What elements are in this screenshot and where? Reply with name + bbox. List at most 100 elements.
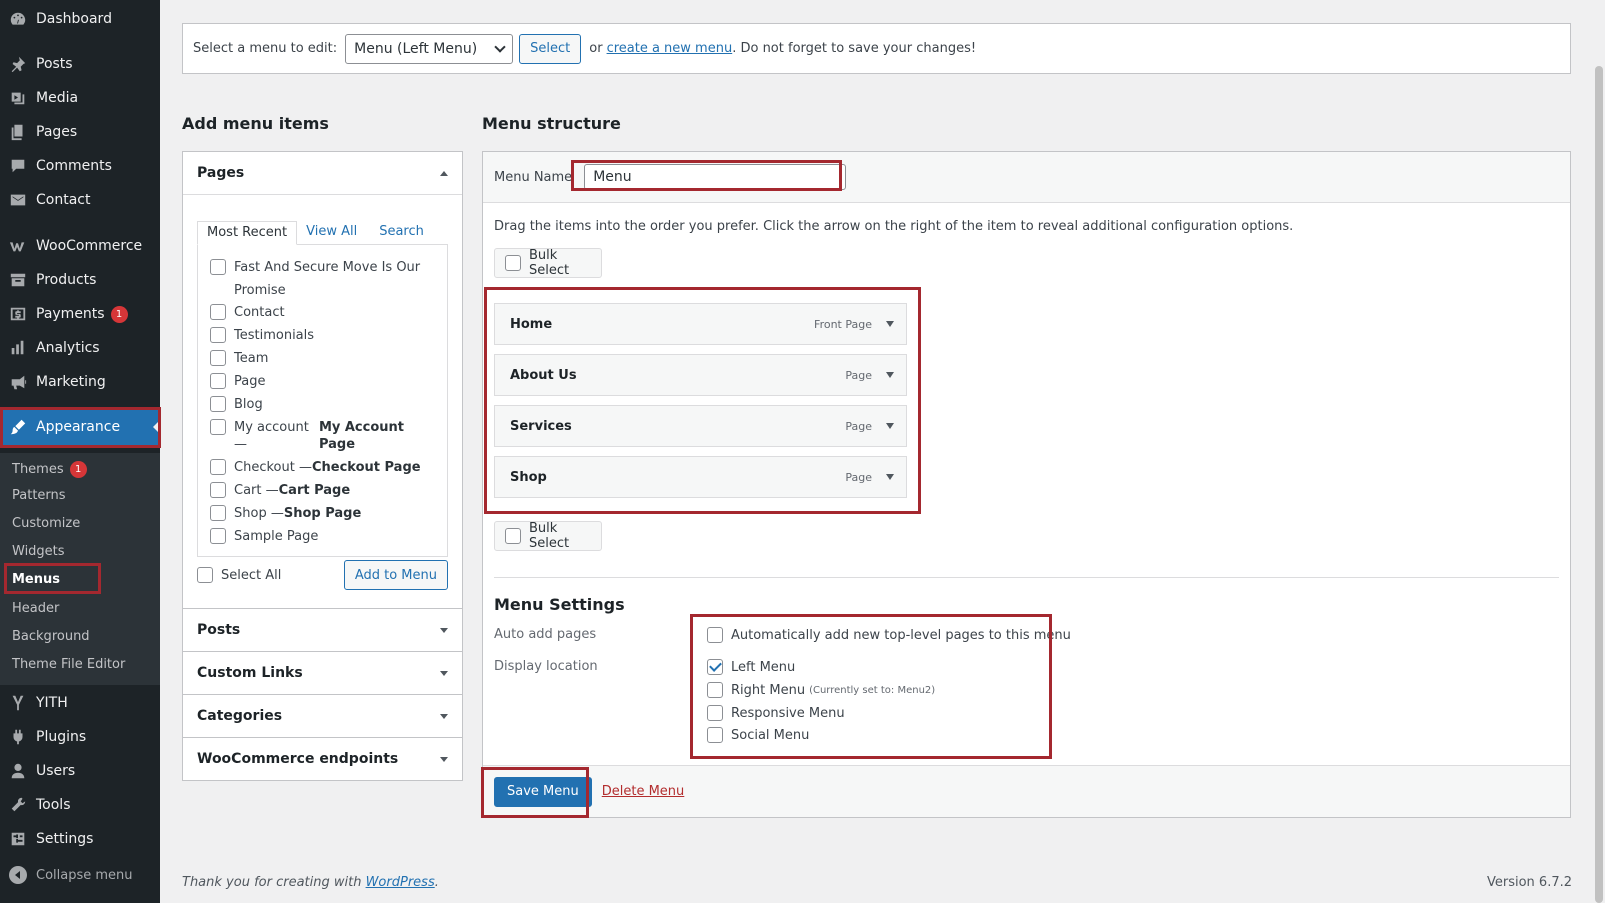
select-all-checkbox[interactable] [197,567,213,583]
page-label: Cart — [234,483,279,498]
menu-item-type: Front Page [814,317,872,331]
menu-item-shop[interactable]: Shop Page [494,456,907,498]
nav-analytics[interactable]: Analytics [0,331,160,365]
expand-arrow-icon[interactable] [886,474,894,480]
page-label: My account — [234,420,309,452]
nav-dashboard[interactable]: Dashboard [0,2,160,36]
bulk-select-checkbox[interactable] [505,528,521,544]
posts-accordion-header[interactable]: Posts [183,609,462,651]
page-checkbox[interactable] [210,482,226,498]
page-suffix: Checkout Page [311,460,421,475]
accordion-title: Posts [197,622,241,638]
nav-contact[interactable]: Contact [0,183,160,217]
menu-item-services[interactable]: Services Page [494,405,907,447]
menu-item-title: Shop [510,469,547,485]
custom-links-accordion[interactable]: Custom Links [182,652,463,695]
menu-name-input[interactable]: Menu [584,164,847,190]
auto-add-option[interactable]: Automatically add new top-level pages to… [707,627,1071,643]
nav-settings[interactable]: Settings [0,822,160,856]
nav-products[interactable]: Products [0,263,160,297]
nav-users[interactable]: Users [0,754,160,788]
add-to-menu-button[interactable]: Add to Menu [343,560,448,590]
submenu-background[interactable]: Background [12,629,90,644]
delete-menu-link[interactable]: Delete Menu [602,784,685,799]
expand-arrow-icon[interactable] [886,321,894,327]
select-all-control[interactable]: Select All [197,567,281,583]
menu-actions-bar: Save Menu Delete Menu [483,765,1570,817]
add-items-column: Pages Most Recent View All Search Fast A… [182,151,463,781]
nav-pages[interactable]: Pages [0,115,160,149]
page-checkbox[interactable] [210,259,226,275]
create-new-menu-link[interactable]: create a new menu [607,41,733,56]
right-menu-checkbox[interactable] [707,682,723,698]
submenu-widgets[interactable]: Widgets [12,544,65,559]
page-checkbox[interactable] [210,528,226,544]
nav-label: Pages [36,124,78,140]
left-menu-checkbox[interactable] [707,659,723,675]
tab-view-all[interactable]: View All [297,221,366,245]
page-checkbox[interactable] [210,505,226,521]
expand-arrow-icon[interactable] [886,423,894,429]
page-checkbox[interactable] [210,327,226,343]
submenu-customize[interactable]: Customize [12,516,80,531]
wordpress-link[interactable]: WordPress [366,875,435,890]
custom-links-accordion-header[interactable]: Custom Links [183,652,462,694]
page-checkbox[interactable] [210,304,226,320]
location-social-menu[interactable]: Social Menu [707,727,809,743]
nav-label: Comments [36,158,112,174]
divider [494,577,1559,578]
nav-media[interactable]: Media [0,81,160,115]
tab-search[interactable]: Search [370,221,433,245]
menu-select-dropdown[interactable]: Menu (Left Menu) [345,33,514,64]
themes-badge: 1 [69,461,87,478]
nav-plugins[interactable]: Plugins [0,720,160,754]
nav-payments[interactable]: Payments 1 [0,297,160,331]
scrollbar-thumb[interactable] [1595,66,1603,903]
submenu-patterns[interactable]: Patterns [12,488,66,503]
categories-accordion-header[interactable]: Categories [183,695,462,737]
nav-appearance[interactable]: Appearance [0,408,160,446]
bulk-select-bottom[interactable]: Bulk Select [494,521,602,551]
page-checkbox[interactable] [210,350,226,366]
tab-most-recent[interactable]: Most Recent [197,221,298,245]
responsive-menu-checkbox[interactable] [707,705,723,721]
bulk-select-checkbox[interactable] [505,255,521,271]
location-responsive-menu[interactable]: Responsive Menu [707,705,845,721]
location-left-menu[interactable]: Left Menu [707,659,795,675]
categories-accordion[interactable]: Categories [182,695,463,738]
bulk-select-top[interactable]: Bulk Select [494,248,602,278]
collapse-menu-button[interactable]: Collapse menu [0,860,160,890]
pages-accordion-title: Pages [197,165,245,181]
nav-woocommerce[interactable]: WooCommerce [0,229,160,263]
page-checkbox[interactable] [210,396,226,412]
menu-settings-title: Menu Settings [494,595,625,614]
nav-yith[interactable]: YITH [0,686,160,720]
location-note: (Currently set to: Menu2) [809,684,936,696]
page-scrollbar[interactable] [1593,0,1605,903]
page-checkbox[interactable] [210,459,226,475]
submenu-theme-file-editor[interactable]: Theme File Editor [12,657,125,672]
social-menu-checkbox[interactable] [707,727,723,743]
page-checkbox[interactable] [210,373,226,389]
select-button[interactable]: Select [519,33,582,64]
nav-posts[interactable]: Posts [0,47,160,81]
yith-icon [8,693,28,713]
submenu-themes[interactable]: Themes 1 [12,461,87,478]
submenu-header[interactable]: Header [12,601,59,616]
page-checkbox[interactable] [210,419,226,435]
posts-accordion[interactable]: Posts [182,609,463,652]
menu-item-about-us[interactable]: About Us Page [494,354,907,396]
menu-item-home[interactable]: Home Front Page [494,303,907,345]
nav-marketing[interactable]: Marketing [0,365,160,399]
nav-tools[interactable]: Tools [0,788,160,822]
submenu-menus[interactable]: Menus [12,572,60,587]
nav-comments[interactable]: Comments [0,149,160,183]
woocommerce-endpoints-accordion-header[interactable]: WooCommerce endpoints [183,738,462,780]
location-right-menu[interactable]: Right Menu (Currently set to: Menu2) [707,682,935,698]
save-menu-button[interactable]: Save Menu [494,776,592,807]
auto-add-checkbox[interactable] [707,627,723,643]
expand-arrow-icon[interactable] [886,372,894,378]
collapse-arrow-icon [9,866,27,884]
pages-accordion-header[interactable]: Pages [183,152,462,194]
woocommerce-endpoints-accordion[interactable]: WooCommerce endpoints [182,738,463,781]
